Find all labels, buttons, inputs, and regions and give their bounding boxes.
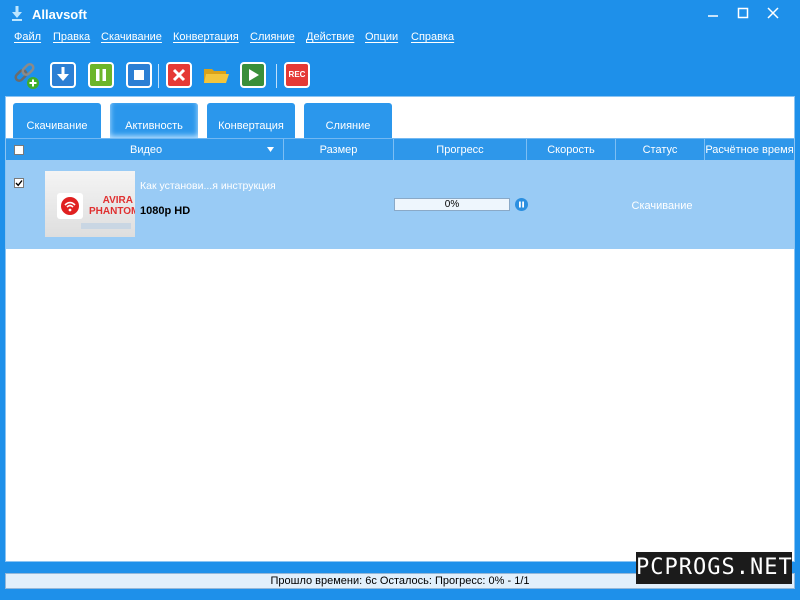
menu-action[interactable]: Действие (306, 31, 354, 43)
tab-strip: Скачивание Активность Конвертация Слияни… (6, 97, 794, 139)
column-speed[interactable]: Скорость (527, 139, 616, 161)
column-status[interactable]: Статус (616, 139, 705, 161)
close-button[interactable] (758, 3, 788, 25)
progress-text: 0% (444, 199, 460, 210)
row-pause-button[interactable] (515, 198, 528, 211)
column-size[interactable]: Размер (284, 139, 394, 161)
download-button[interactable] (50, 62, 76, 88)
toolbar-separator (158, 64, 159, 88)
column-progress[interactable]: Прогресс (394, 139, 527, 161)
delete-button[interactable] (166, 62, 192, 88)
sort-arrow-icon (267, 147, 274, 152)
stop-icon (134, 70, 144, 80)
video-title: Как установи...я инструкция (140, 180, 276, 192)
open-folder-button[interactable] (202, 62, 229, 88)
play-button[interactable] (240, 62, 266, 88)
folder-icon (204, 69, 229, 83)
checkmark-icon (15, 180, 23, 187)
select-all-checkbox[interactable] (14, 145, 24, 155)
download-arrow-icon (57, 67, 69, 81)
column-eta[interactable]: Расчётное время (705, 139, 794, 161)
status-bar-text: Прошло времени: 6с Осталось: Прогресс: 0… (270, 575, 530, 587)
main-panel: Скачивание Активность Конвертация Слияни… (5, 96, 795, 562)
maximize-button[interactable] (728, 3, 758, 25)
pause-icon (96, 69, 106, 81)
progress-bar: 0% (394, 198, 510, 211)
menu-edit[interactable]: Правка (53, 31, 90, 43)
watermark: PCPROGS.NET (636, 552, 792, 584)
menu-file[interactable]: Файл (14, 31, 41, 43)
avira-logo-icon (61, 197, 79, 215)
tab-convert[interactable]: Конвертация (207, 103, 295, 139)
table-row[interactable]: AVIRA PHANTOM Как установи...я инструкци… (6, 160, 794, 249)
stop-button[interactable] (126, 62, 152, 88)
thumbnail-bar (81, 223, 131, 229)
record-button[interactable]: REC (284, 62, 310, 88)
row-checkbox[interactable] (14, 178, 24, 188)
thumbnail-logo-box (57, 193, 83, 219)
minimize-button[interactable] (698, 3, 728, 25)
menu-bar: Файл Правка Скачивание Конвертация Слиян… (0, 28, 800, 48)
app-logo-icon (12, 6, 22, 21)
video-thumbnail: AVIRA PHANTOM (45, 171, 135, 237)
close-icon (767, 7, 779, 19)
row-status: Скачивание (631, 200, 693, 212)
maximize-icon (737, 7, 749, 19)
toolbar: REC (0, 56, 800, 94)
pause-icon (519, 201, 524, 208)
window-title: Allavsoft (32, 7, 87, 22)
menu-help[interactable]: Справка (411, 31, 454, 43)
video-quality: 1080p HD (140, 205, 191, 217)
tab-activity[interactable]: Активность (110, 103, 198, 139)
tab-merge[interactable]: Слияние (304, 103, 392, 139)
title-bar[interactable]: Allavsoft (0, 0, 800, 28)
delete-x-icon (172, 68, 186, 82)
add-url-button[interactable] (12, 62, 39, 89)
minimize-icon (708, 15, 718, 17)
menu-merge[interactable]: Слияние (250, 31, 295, 43)
column-video[interactable]: Видео (6, 139, 284, 161)
thumbnail-brand-text: AVIRA PHANTOM (89, 195, 135, 217)
tab-download[interactable]: Скачивание (13, 103, 101, 139)
menu-convert[interactable]: Конвертация (173, 31, 239, 43)
table-header: Видео Размер Прогресс Скорость Статус Ра… (6, 138, 794, 161)
link-add-icon (14, 62, 39, 89)
pause-button[interactable] (88, 62, 114, 88)
menu-download[interactable]: Скачивание (101, 31, 162, 43)
play-icon (249, 69, 259, 81)
app-window: Allavsoft Файл Правка Скачивание Конверт… (0, 0, 800, 600)
record-label: REC (288, 70, 306, 79)
toolbar-separator (276, 64, 277, 88)
menu-options[interactable]: Опции (365, 31, 398, 43)
